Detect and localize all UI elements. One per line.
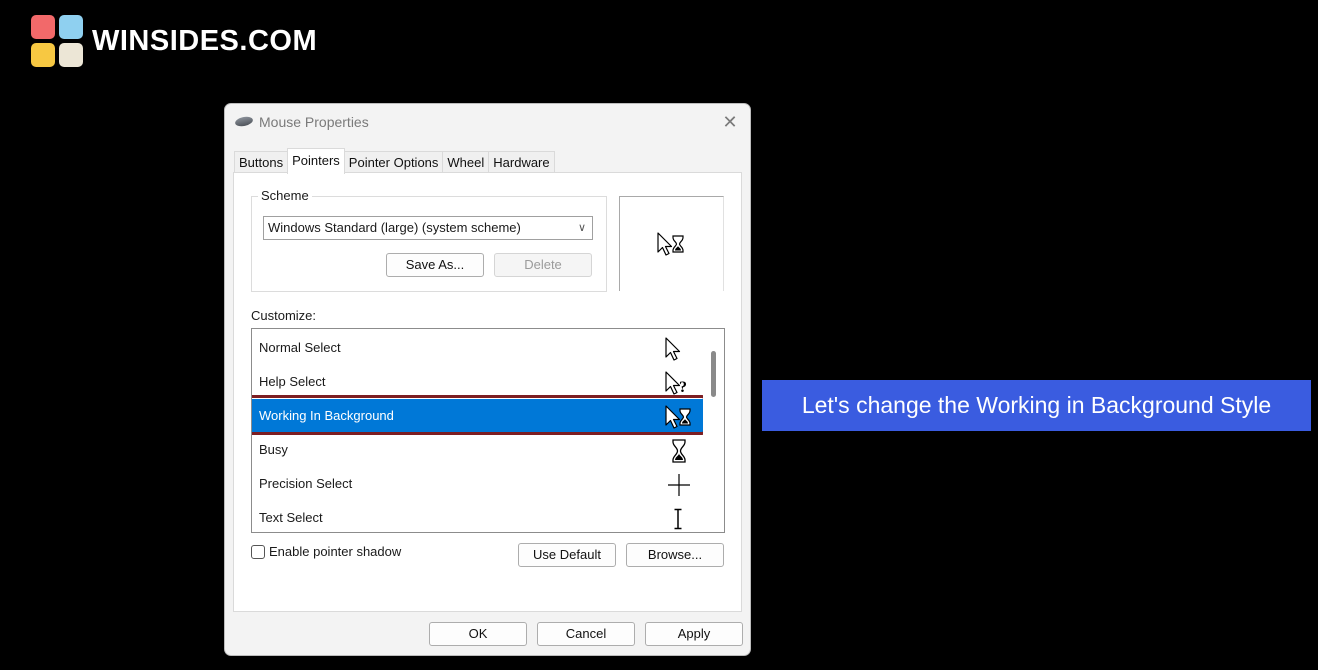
working-cursor-icon [665,405,691,429]
cancel-button[interactable]: Cancel [537,622,635,646]
instruction-callout: Let's change the Working in Background S… [762,380,1311,431]
dialog-title: Mouse Properties [259,114,369,130]
mouse-properties-dialog: Mouse Properties ✕ Buttons Pointers Poin… [224,103,751,656]
scroll-thumb[interactable] [711,351,716,397]
cursor-preview [619,196,724,291]
scheme-legend: Scheme [258,188,312,203]
checkbox-box[interactable] [251,544,265,559]
tab-pointers[interactable]: Pointers [287,148,345,174]
list-item-text-select[interactable]: Text Select [252,501,704,532]
list-item-label: Precision Select [259,476,353,491]
checkbox-label: Enable pointer shadow [269,544,402,559]
apply-button[interactable]: Apply [645,622,743,646]
tab-buttons[interactable]: Buttons [234,151,289,174]
customize-label: Customize: [251,308,317,323]
title-bar[interactable]: Mouse Properties ✕ [225,104,750,140]
logo-grid-icon [31,15,83,67]
ibeam-cursor-icon [674,508,682,530]
help-cursor-icon: ? [665,371,687,396]
hourglass-cursor-icon [672,439,686,463]
close-button[interactable]: ✕ [718,110,742,134]
crosshair-cursor-icon [668,474,690,496]
list-item-help-select[interactable]: Help Select ? [252,365,704,399]
site-logo: WINSIDES.COM [31,15,317,67]
list-item-busy[interactable]: Busy [252,433,704,467]
chevron-down-icon: ∨ [577,222,586,234]
tab-strip: Buttons Pointers Pointer Options Wheel H… [234,148,555,174]
list-item-normal-select[interactable]: Normal Select [252,331,704,365]
mouse-icon [234,115,254,128]
pointers-panel: Scheme Windows Standard (large) (system … [233,172,742,612]
list-item-label: Working In Background [259,408,394,423]
cursor-list[interactable]: Normal Select Help Select ? Working In B… [251,328,725,533]
list-item-label: Busy [259,442,288,457]
enable-pointer-shadow-checkbox[interactable]: Enable pointer shadow [251,544,401,559]
scheme-dropdown[interactable]: Windows Standard (large) (system scheme)… [263,216,593,240]
arrow-cursor-icon [665,337,681,361]
tab-wheel[interactable]: Wheel [442,151,490,174]
list-item-working-in-background[interactable]: Working In Background [252,395,706,435]
list-item-precision-select[interactable]: Precision Select [252,467,704,501]
tab-pointer-options[interactable]: Pointer Options [343,151,444,174]
list-item-label: Text Select [259,510,323,525]
list-item-label: Help Select [259,374,326,389]
scheme-group: Scheme Windows Standard (large) (system … [251,188,607,292]
delete-button[interactable]: Delete [494,253,592,277]
browse-button[interactable]: Browse... [626,543,724,567]
save-as-button[interactable]: Save As... [386,253,484,277]
logo-text: WINSIDES.COM [92,24,318,57]
scheme-selected-value: Windows Standard (large) (system scheme) [268,220,521,235]
use-default-button[interactable]: Use Default [518,543,616,567]
list-item-label: Normal Select [259,340,341,355]
tab-hardware[interactable]: Hardware [488,151,555,174]
list-scrollbar[interactable] [703,329,724,532]
working-cursor-preview-icon [657,232,684,256]
ok-button[interactable]: OK [429,622,527,646]
svg-text:?: ? [679,379,687,396]
